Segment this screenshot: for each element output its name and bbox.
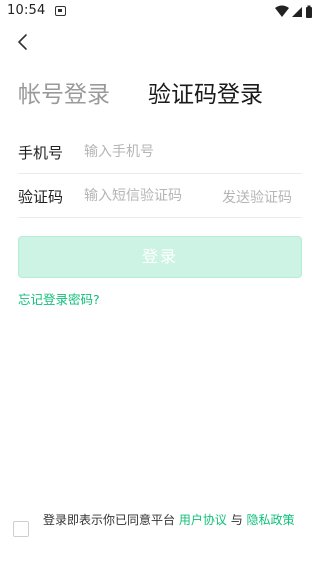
phone-label: 手机号 [18,144,64,162]
agreement-checkbox[interactable] [13,521,29,537]
wifi-icon [275,5,289,17]
send-code-button[interactable]: 发送验证码 [222,187,292,207]
code-row: 验证码 发送验证码 [18,174,302,218]
tab-code-login[interactable]: 验证码登录 [148,80,263,110]
notification-icon [55,6,66,16]
tab-account-login[interactable]: 帐号登录 [18,80,110,110]
agreement-conjunction: 与 [230,513,243,527]
user-agreement-link[interactable]: 用户协议 [179,513,227,527]
signal-icon [292,7,302,17]
forgot-password-link[interactable]: 忘记登录密码? [18,289,100,308]
agreement-text: 登录即表示你已同意平台 用户协议 与 隐私政策 [43,511,305,529]
status-time: 10:54 [7,3,46,18]
privacy-policy-link[interactable]: 隐私政策 [247,513,295,527]
agreement-prefix: 登录即表示你已同意平台 [43,513,176,527]
phone-input[interactable] [84,139,284,165]
login-screen: 10:54 帐号登录 验证码登录 手机号 验证码 发送验证码 登录 忘记登录密码… [0,0,320,568]
phone-row: 手机号 [18,130,302,174]
status-icons [275,5,312,18]
login-button[interactable]: 登录 [18,236,302,278]
chevron-left-icon [18,34,27,50]
code-input[interactable] [84,183,214,209]
battery-icon [306,5,312,18]
status-bar: 10:54 [0,0,320,24]
back-button[interactable] [12,30,36,54]
code-label: 验证码 [18,188,64,206]
